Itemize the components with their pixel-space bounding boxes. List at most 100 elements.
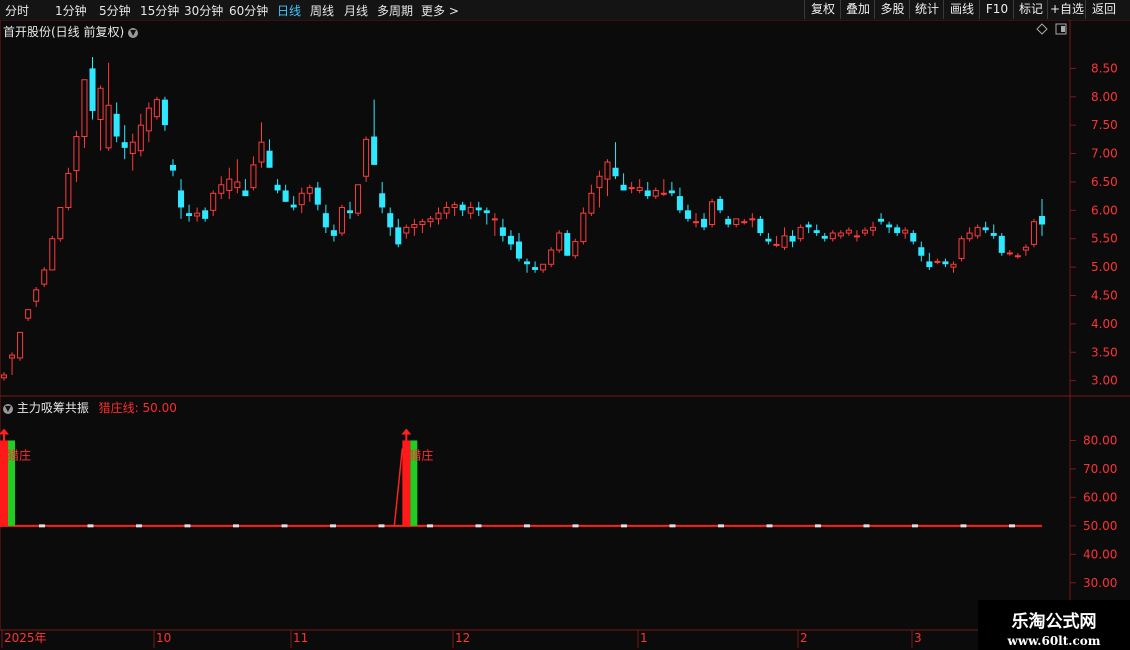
baseline-marker — [572, 524, 579, 528]
indicator-tick-label: 70.00 — [1083, 462, 1117, 476]
baseline-marker — [136, 524, 142, 528]
panel-icons[interactable] — [1036, 23, 1067, 35]
candle-body — [604, 161, 611, 180]
price-tick-label: 8.00 — [1091, 90, 1118, 104]
candle-body — [692, 221, 700, 224]
candle-body — [1014, 255, 1021, 258]
indicator-tick-label: 80.00 — [1083, 433, 1117, 447]
candle-body — [145, 107, 152, 132]
candle-body — [829, 232, 836, 240]
candle-body — [314, 187, 321, 205]
candle-body — [491, 218, 498, 221]
watermark-url: www.60lt.com — [1007, 634, 1101, 648]
signal-arrow-icon — [0, 428, 9, 435]
candle-body — [870, 226, 877, 231]
baseline-marker — [524, 524, 530, 528]
candle-body — [668, 190, 675, 194]
candle-body — [290, 204, 297, 208]
baseline-marker — [960, 524, 967, 528]
signal-ramp-line — [393, 448, 404, 526]
candle-body — [652, 189, 659, 197]
price-tick-label: 3.00 — [1091, 374, 1118, 388]
candle-body — [886, 224, 893, 228]
baseline-marker — [621, 524, 627, 528]
candle-body — [169, 164, 176, 171]
candle-body — [773, 243, 780, 246]
candle-body — [572, 241, 579, 257]
candle-body — [588, 192, 595, 214]
price-tick-label: 3.50 — [1091, 345, 1118, 359]
price-tick-label: 6.00 — [1091, 203, 1118, 217]
candle-body — [459, 204, 466, 211]
time-tick-label: 1 — [640, 631, 648, 645]
candle-body — [113, 113, 120, 137]
candle-body — [709, 201, 716, 226]
candle-body — [910, 233, 917, 242]
candle-body — [178, 190, 185, 208]
candle-body — [620, 184, 627, 191]
candle-body — [902, 229, 909, 234]
watermark-title: 乐淘公式网 — [1011, 612, 1097, 632]
candle-body — [226, 178, 233, 191]
time-tick-label: 12 — [455, 631, 470, 645]
baseline-marker — [815, 524, 821, 528]
candle-body — [250, 164, 257, 189]
baseline-marker — [475, 524, 482, 528]
candle-body — [355, 184, 362, 214]
baseline-marker — [330, 524, 336, 528]
candle-body — [853, 235, 860, 238]
candle-body — [757, 218, 764, 234]
candle-body — [1022, 246, 1029, 251]
baseline-marker — [669, 524, 676, 528]
candle-body — [564, 233, 571, 256]
candle-body — [765, 238, 772, 242]
candle-body — [958, 238, 965, 260]
signal-label: 猎庄 — [7, 447, 31, 462]
candle-body — [1030, 221, 1037, 245]
panel-toggle-icon-inner — [1061, 26, 1065, 32]
candle-body — [837, 232, 844, 237]
candle-body — [628, 187, 635, 190]
candle-body — [9, 354, 16, 359]
candle-body — [81, 79, 88, 138]
price-tick-label: 4.00 — [1091, 317, 1118, 331]
candle-body — [894, 227, 901, 234]
indicator-tick-label: 50.00 — [1083, 519, 1117, 533]
candle-body — [942, 261, 949, 265]
candle-body — [548, 249, 555, 265]
candle-body — [1006, 252, 1013, 255]
candle-body — [137, 124, 144, 152]
candles-group — [0, 57, 1046, 381]
chart-canvas[interactable]: 猎庄 猎庄 8.50 8.00 7.50 7.00 6.50 6.00 5.50 5.00 4.5… — [0, 0, 1130, 650]
indicator-group: 猎庄 猎庄 — [0, 428, 1042, 528]
candle-body — [684, 210, 691, 219]
candle-body — [443, 206, 450, 214]
candle-body — [998, 235, 1005, 253]
candle-body — [371, 136, 378, 165]
candle-body — [97, 87, 104, 120]
candle-body — [507, 235, 514, 245]
candle-body — [210, 192, 217, 211]
candle-body — [805, 224, 812, 228]
indicator-name: 主力吸筹共振 — [16, 401, 89, 415]
price-tick-label: 7.50 — [1091, 118, 1118, 132]
candle-body — [57, 206, 64, 240]
time-tick-label: 2025年 — [4, 631, 47, 645]
candle-body — [950, 263, 957, 268]
baseline-marker — [766, 524, 773, 528]
baseline-marker — [184, 524, 191, 528]
candle-body — [338, 206, 345, 234]
candle-body — [25, 309, 32, 319]
candle-body — [282, 190, 289, 202]
candle-body — [789, 235, 796, 242]
baseline-marker — [912, 524, 918, 528]
candle-body — [660, 192, 667, 195]
price-tick-label: 8.50 — [1091, 61, 1118, 75]
candle-body — [161, 99, 168, 126]
candle-body — [966, 232, 973, 240]
candle-body — [483, 210, 490, 214]
chevron-down-icon[interactable]: ▼ — [3, 403, 13, 414]
candle-body — [733, 218, 740, 226]
candle-body — [258, 141, 265, 163]
candle-body — [515, 241, 522, 259]
